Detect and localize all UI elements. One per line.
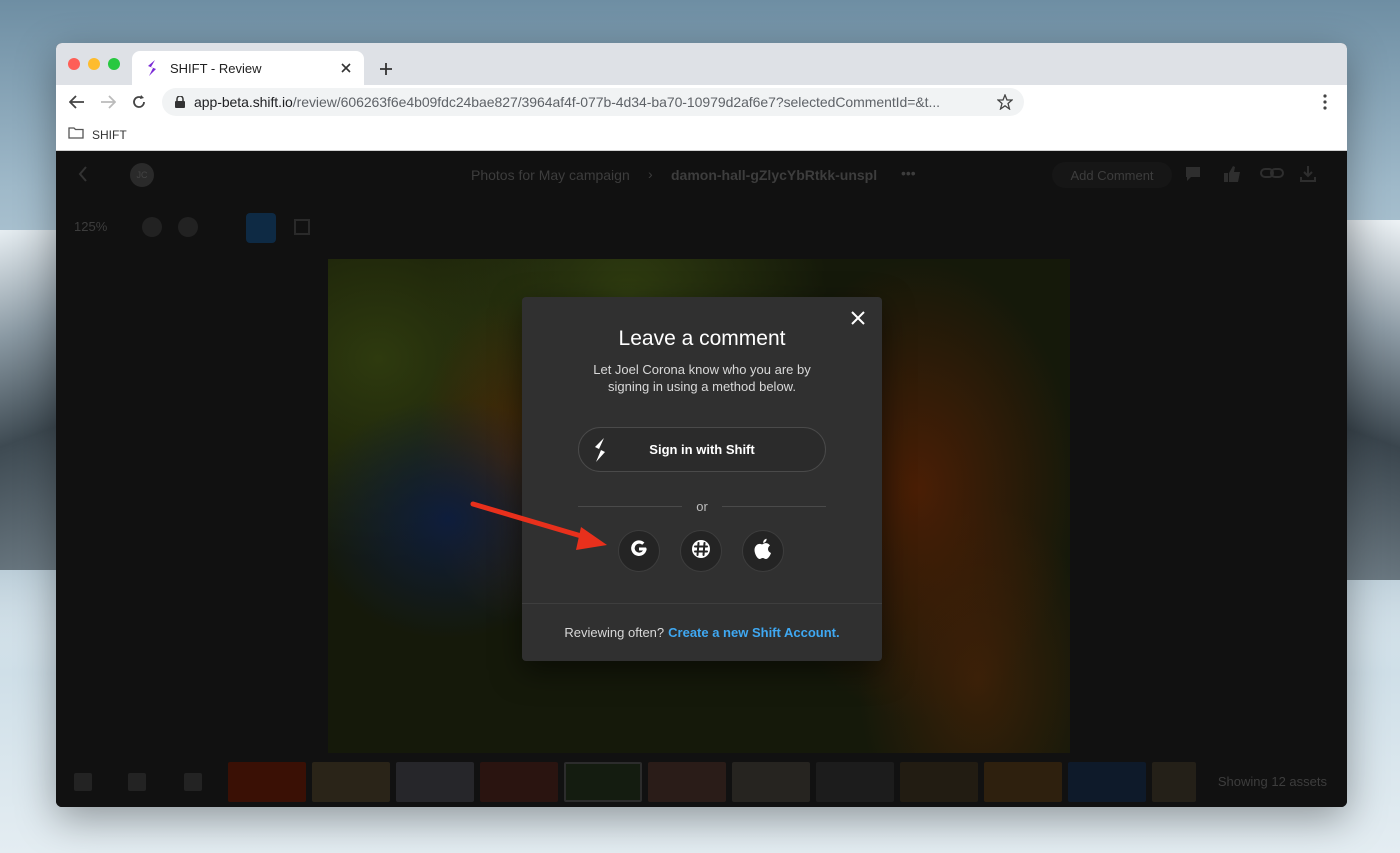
back-chevron-icon[interactable] <box>78 165 94 185</box>
asset-thumbnail[interactable] <box>816 762 894 802</box>
sign-in-with-shift-label: Sign in with Shift <box>649 442 755 457</box>
avatar[interactable]: JC <box>130 163 154 187</box>
modal-description: Let Joel Corona know who you are by sign… <box>593 362 811 394</box>
browser-menu-icon[interactable] <box>1317 93 1333 111</box>
grid-view-icon[interactable] <box>74 773 92 791</box>
modal-footer: Reviewing often? Create a new Shift Acco… <box>522 603 882 661</box>
google-icon <box>628 538 650 565</box>
add-comment-button[interactable]: Add Comment <box>1052 162 1172 188</box>
bookmark-star-icon[interactable] <box>996 93 1014 111</box>
sign-in-google-button[interactable] <box>618 530 660 572</box>
desktop-mountain-right <box>1344 220 1400 580</box>
back-arrow-icon[interactable] <box>66 92 88 112</box>
more-options-icon[interactable]: ••• <box>901 165 916 181</box>
asset-thumbnail[interactable] <box>984 762 1062 802</box>
maximize-window-button[interactable] <box>108 58 120 70</box>
shift-logo-icon <box>593 438 611 462</box>
lock-icon <box>174 95 186 109</box>
browser-window: SHIFT - Review app-beta.shift.io/review/… <box>56 43 1347 807</box>
asset-thumbnail[interactable] <box>732 762 810 802</box>
footer-text: Reviewing often? <box>564 625 665 640</box>
filmstrip: Showing 12 assets <box>56 757 1347 807</box>
asset-thumbnail[interactable] <box>228 762 306 802</box>
close-icon[interactable] <box>848 308 868 328</box>
breadcrumb-project[interactable]: Photos for May campaign <box>471 167 630 183</box>
filmstrip-view-icon[interactable] <box>184 773 202 791</box>
url-host: app-beta.shift.io <box>194 94 293 110</box>
reload-icon[interactable] <box>128 92 150 112</box>
leave-comment-modal: Leave a comment Let Joel Corona know who… <box>522 297 882 661</box>
zoom-out-button[interactable] <box>142 217 162 237</box>
zoom-level[interactable]: 125% <box>74 219 107 234</box>
apple-icon <box>754 538 772 565</box>
list-view-icon[interactable] <box>128 773 146 791</box>
asset-thumbnail[interactable] <box>312 762 390 802</box>
folder-icon <box>68 126 84 144</box>
download-icon[interactable] <box>1299 165 1319 185</box>
tab-bar: SHIFT - Review <box>56 43 1347 85</box>
create-account-link[interactable]: Create a new Shift Account. <box>668 625 839 640</box>
or-label: or <box>696 498 708 514</box>
bookmark-label: SHIFT <box>92 128 127 142</box>
bookmarks-bar: SHIFT <box>56 119 1347 151</box>
zoom-in-button[interactable] <box>178 217 198 237</box>
asset-thumbnail[interactable] <box>1152 762 1196 802</box>
minimize-window-button[interactable] <box>88 58 100 70</box>
app-header: JC Photos for May campaign › damon-hall-… <box>56 151 1347 199</box>
hand-tool-button[interactable] <box>246 213 276 243</box>
asset-thumbnail[interactable] <box>648 762 726 802</box>
divider-line-right <box>721 505 826 507</box>
divider-line-left <box>578 505 683 507</box>
sign-in-apple-button[interactable] <box>742 530 784 572</box>
asset-thumbnail-selected[interactable] <box>564 762 642 802</box>
breadcrumb-asset[interactable]: damon-hall-gZlycYbRtkk-unspl <box>671 167 877 183</box>
shift-favicon-icon <box>144 60 160 76</box>
sign-in-slack-button[interactable] <box>680 530 722 572</box>
sign-in-with-shift-button[interactable]: Sign in with Shift <box>578 427 826 472</box>
thumbs-up-icon[interactable] <box>1222 165 1242 185</box>
browser-tab[interactable]: SHIFT - Review <box>132 51 364 85</box>
asset-thumbnail[interactable] <box>480 762 558 802</box>
tab-title: SHIFT - Review <box>170 60 262 76</box>
or-divider: or <box>578 498 826 514</box>
forward-arrow-icon[interactable] <box>97 92 119 112</box>
shift-review-app: JC Photos for May campaign › damon-hall-… <box>56 151 1347 807</box>
desktop-mountain-left <box>0 230 60 570</box>
rectangle-tool-button[interactable] <box>294 219 310 235</box>
viewer-toolbar: 125% <box>56 207 1347 247</box>
tab-close-icon[interactable] <box>336 58 356 78</box>
comments-icon[interactable] <box>1184 165 1204 185</box>
browser-toolbar: app-beta.shift.io/review/606263f6e4b09fd… <box>56 85 1347 119</box>
address-bar[interactable]: app-beta.shift.io/review/606263f6e4b09fd… <box>162 88 1024 116</box>
url-path: /review/606263f6e4b09fdc24bae827/3964af4… <box>292 94 941 110</box>
asset-thumbnail[interactable] <box>396 762 474 802</box>
bookmark-shift[interactable]: SHIFT <box>68 125 127 145</box>
link-icon[interactable] <box>1260 165 1284 185</box>
assets-count: Showing 12 assets <box>1217 774 1327 789</box>
modal-title: Leave a comment <box>618 327 786 350</box>
close-window-button[interactable] <box>68 58 80 70</box>
url-text: app-beta.shift.io/review/606263f6e4b09fd… <box>194 94 974 110</box>
asset-thumbnail[interactable] <box>900 762 978 802</box>
new-tab-icon[interactable] <box>374 57 398 81</box>
asset-thumbnail[interactable] <box>1068 762 1146 802</box>
breadcrumb-separator: › <box>648 166 653 182</box>
slack-icon <box>691 539 711 564</box>
